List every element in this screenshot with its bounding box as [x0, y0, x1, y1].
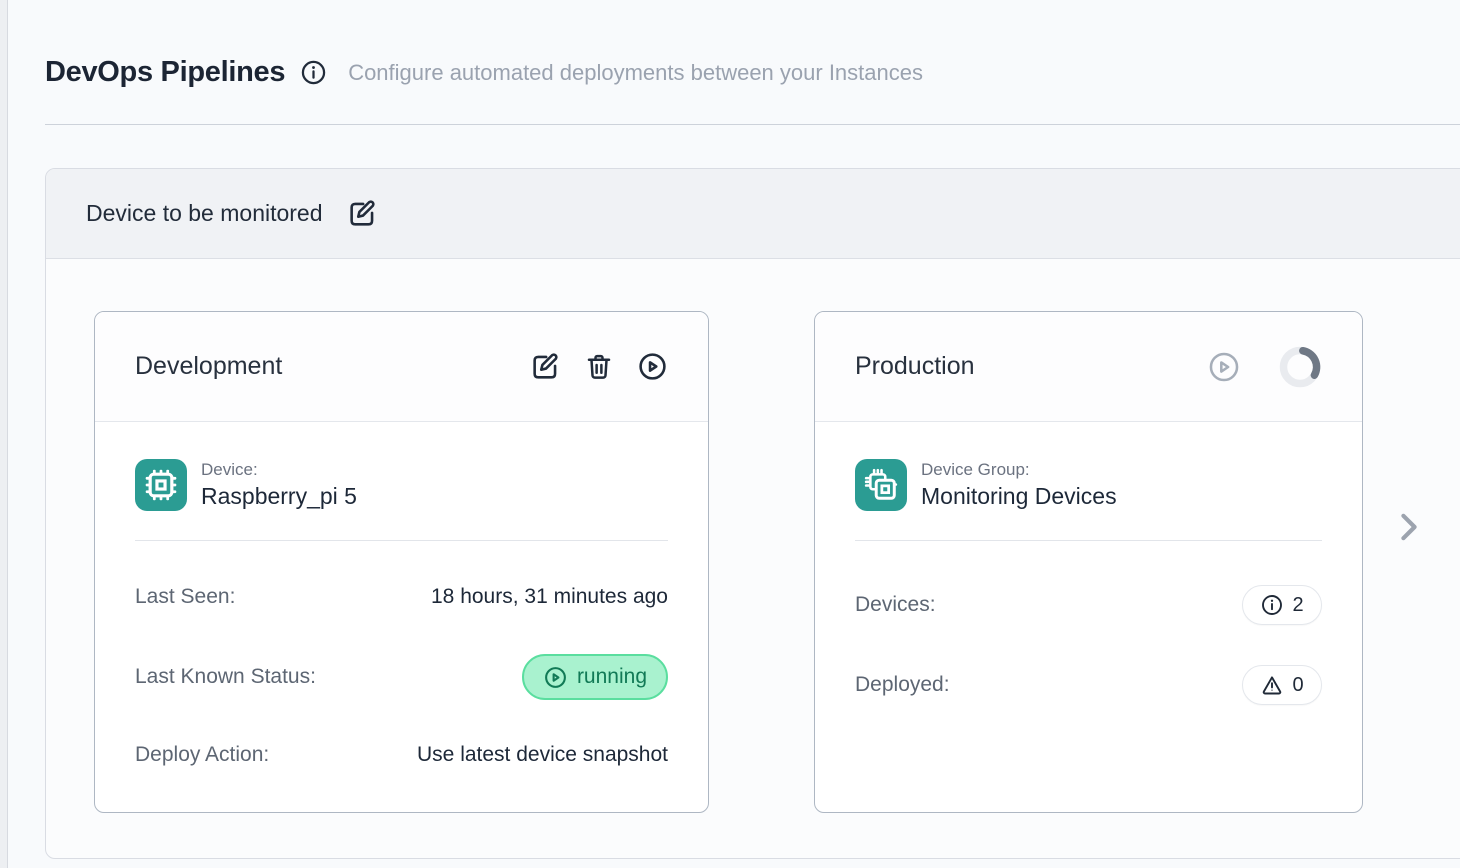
- card-actions: [530, 351, 668, 382]
- devices-label: Devices:: [855, 593, 936, 617]
- warning-triangle-icon: [1260, 673, 1284, 697]
- devices-count-badge[interactable]: 2: [1242, 585, 1322, 625]
- device-group-name: Monitoring Devices: [921, 483, 1117, 510]
- status-row: Last Known Status: running: [135, 654, 668, 700]
- page-header: DevOps Pipelines Configure automated dep…: [45, 56, 1440, 89]
- development-stage-card: Development: [94, 311, 709, 813]
- info-circle-icon: [1260, 593, 1284, 617]
- panel-title: Device to be monitored: [86, 200, 323, 227]
- deployed-count: 0: [1292, 674, 1303, 697]
- header-divider: [45, 124, 1460, 125]
- chip-group-icon: [855, 459, 907, 511]
- card-divider: [855, 540, 1322, 541]
- deploy-action-value: Use latest device snapshot: [417, 743, 668, 767]
- trash-icon[interactable]: [584, 352, 614, 382]
- deployed-row: Deployed: 0: [855, 665, 1322, 705]
- last-seen-value: 18 hours, 31 minutes ago: [431, 585, 668, 609]
- device-texts: Device: Raspberry_pi 5: [201, 460, 357, 510]
- status-label: Last Known Status:: [135, 665, 316, 689]
- devices-count: 2: [1292, 594, 1303, 617]
- last-seen-row: Last Seen: 18 hours, 31 minutes ago: [135, 585, 668, 609]
- status-value: running: [577, 665, 647, 689]
- stage-title: Development: [135, 352, 530, 381]
- card-actions: [1207, 345, 1322, 389]
- device-name: Raspberry_pi 5: [201, 483, 357, 510]
- info-circle-icon[interactable]: [300, 59, 327, 86]
- device-group-label: Device Group:: [921, 460, 1117, 480]
- production-card-body: Device Group: Monitoring Devices Devices…: [815, 458, 1362, 705]
- development-card-body: Device: Raspberry_pi 5 Last Seen: 18 hou…: [95, 458, 708, 767]
- edit-icon[interactable]: [347, 198, 378, 229]
- device-group-texts: Device Group: Monitoring Devices: [921, 460, 1117, 510]
- pipeline-panel: Device to be monitored Development: [45, 168, 1460, 859]
- devices-row: Devices: 2: [855, 585, 1322, 625]
- deployed-count-badge[interactable]: 0: [1242, 665, 1322, 705]
- chip-icon: [135, 459, 187, 511]
- panel-header: Device to be monitored: [46, 169, 1460, 259]
- deploy-action-label: Deploy Action:: [135, 743, 269, 767]
- left-edge-strip: [0, 0, 8, 868]
- page-title: DevOps Pipelines: [45, 56, 285, 89]
- deploy-action-row: Deploy Action: Use latest device snapsho…: [135, 743, 668, 767]
- deployed-label: Deployed:: [855, 673, 950, 697]
- development-card-header: Development: [95, 312, 708, 422]
- device-label: Device:: [201, 460, 357, 480]
- spinner: [1278, 345, 1322, 389]
- device-group-row: Device Group: Monitoring Devices: [855, 458, 1322, 512]
- chevron-right-icon[interactable]: [1392, 499, 1426, 558]
- production-card-header: Production: [815, 312, 1362, 422]
- edit-icon[interactable]: [530, 351, 561, 382]
- play-circle-icon: [543, 665, 568, 690]
- device-row: Device: Raspberry_pi 5: [135, 458, 668, 512]
- play-circle-icon[interactable]: [637, 351, 668, 382]
- status-badge: running: [522, 654, 668, 700]
- page-subtitle: Configure automated deployments between …: [348, 60, 923, 86]
- play-circle-icon[interactable]: [1207, 350, 1241, 384]
- stage-title: Production: [855, 352, 1207, 381]
- card-divider: [135, 540, 668, 541]
- last-seen-label: Last Seen:: [135, 585, 235, 609]
- production-stage-card: Production: [814, 311, 1363, 813]
